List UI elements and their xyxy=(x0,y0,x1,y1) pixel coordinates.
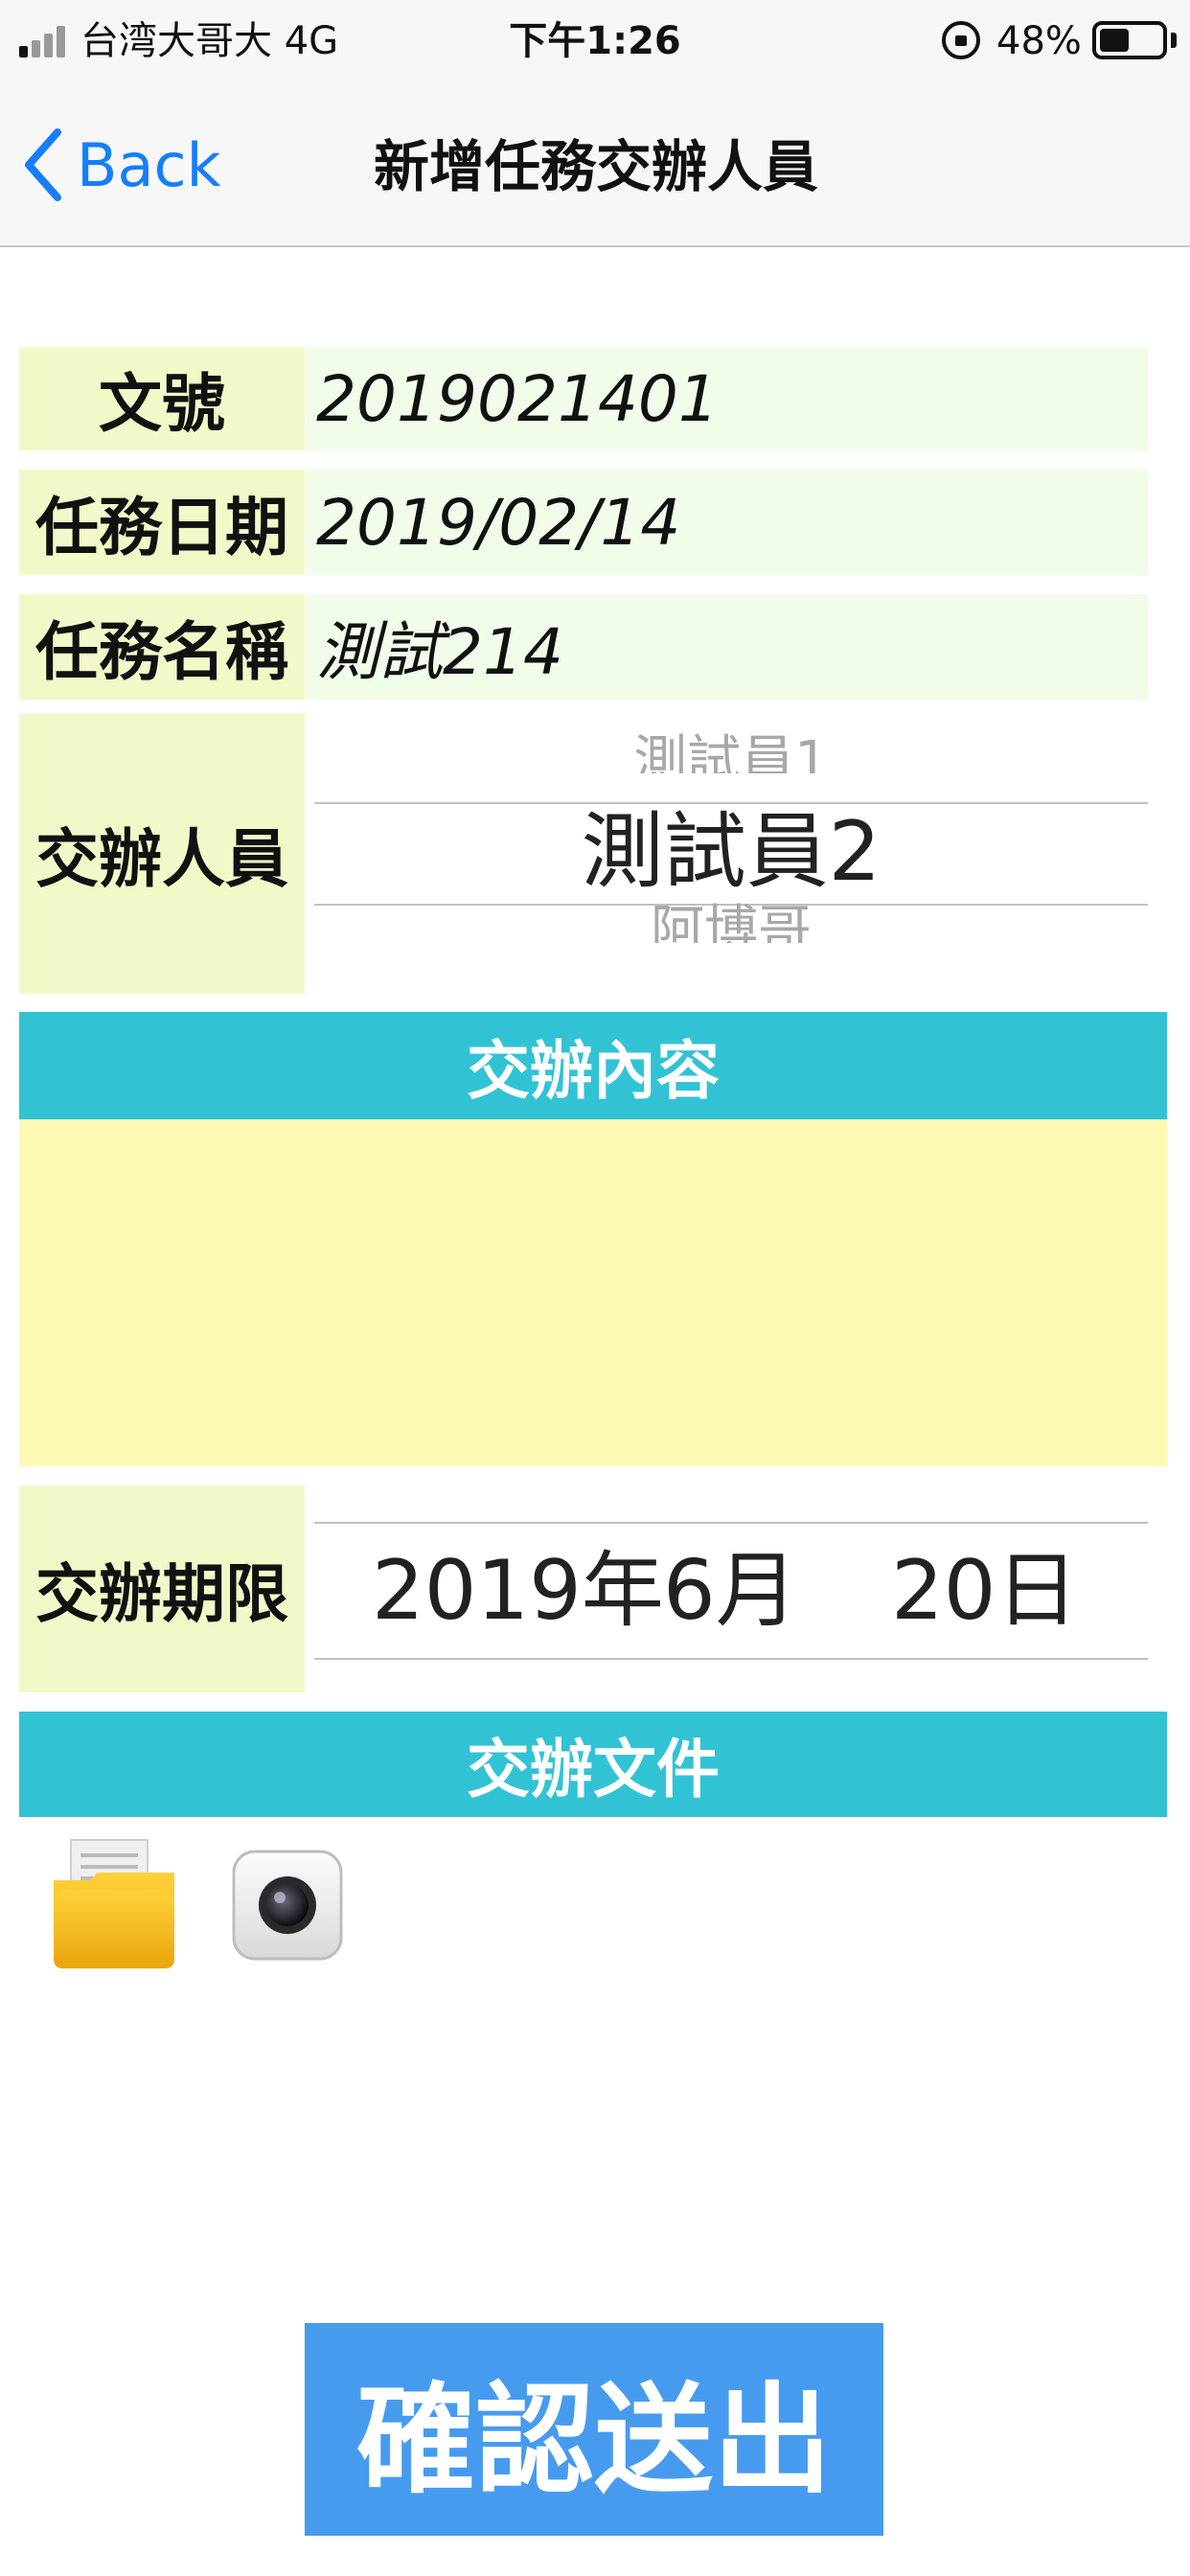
task-date-value: 2019/02/14 xyxy=(307,470,1148,575)
battery-percentage: 48% xyxy=(996,19,1082,63)
deadline-year[interactable]: 2019年 xyxy=(372,1543,664,1639)
status-bar: 台湾大哥大 4G 下午1:26 48% xyxy=(0,0,1190,82)
picker-option-selected[interactable]: 測試員2 xyxy=(314,804,1148,900)
folder-button[interactable] xyxy=(42,1836,186,1980)
deadline-month[interactable]: 6月 xyxy=(663,1543,798,1639)
chevron-left-icon xyxy=(25,128,61,201)
folder-icon xyxy=(54,1839,174,1968)
back-label: Back xyxy=(77,129,221,200)
camera-button[interactable] xyxy=(230,1848,345,1963)
deadline-label: 交辦期限 xyxy=(19,1485,305,1692)
content-section-header: 交辦內容 xyxy=(19,1012,1167,1119)
task-name-value: 測試214 xyxy=(307,594,1148,700)
camera-icon xyxy=(232,1850,343,1961)
navigation-bar: Back 新增任務交辦人員 xyxy=(0,82,1190,247)
content-textarea[interactable] xyxy=(19,1119,1167,1466)
rotation-lock-icon xyxy=(942,21,980,59)
page-title: 新增任務交辦人員 xyxy=(374,134,819,199)
doc-number-label: 文號 xyxy=(19,347,305,450)
assignee-label: 交辦人員 xyxy=(19,714,305,994)
task-date-label: 任務日期 xyxy=(19,470,305,575)
assignee-picker[interactable]: 測試員1 測試員2 阿博哥 xyxy=(314,714,1148,992)
picker-option-next[interactable]: 阿博哥 xyxy=(314,903,1148,943)
deadline-day[interactable]: 20日 xyxy=(891,1543,1078,1639)
picker-option-previous[interactable]: 測試員1 xyxy=(314,733,1148,773)
battery-icon xyxy=(1092,21,1167,59)
deadline-date-picker[interactable]: 2019年 6月 20日 xyxy=(314,1522,1148,1660)
battery-tip xyxy=(1171,33,1177,48)
battery-fill xyxy=(1100,29,1129,52)
doc-number-value: 2019021401 xyxy=(307,347,1148,450)
task-name-label: 任務名稱 xyxy=(19,594,305,700)
submit-button[interactable]: 確認送出 xyxy=(305,2323,883,2536)
back-button[interactable]: Back xyxy=(21,117,221,213)
files-section-header: 交辦文件 xyxy=(19,1712,1167,1817)
